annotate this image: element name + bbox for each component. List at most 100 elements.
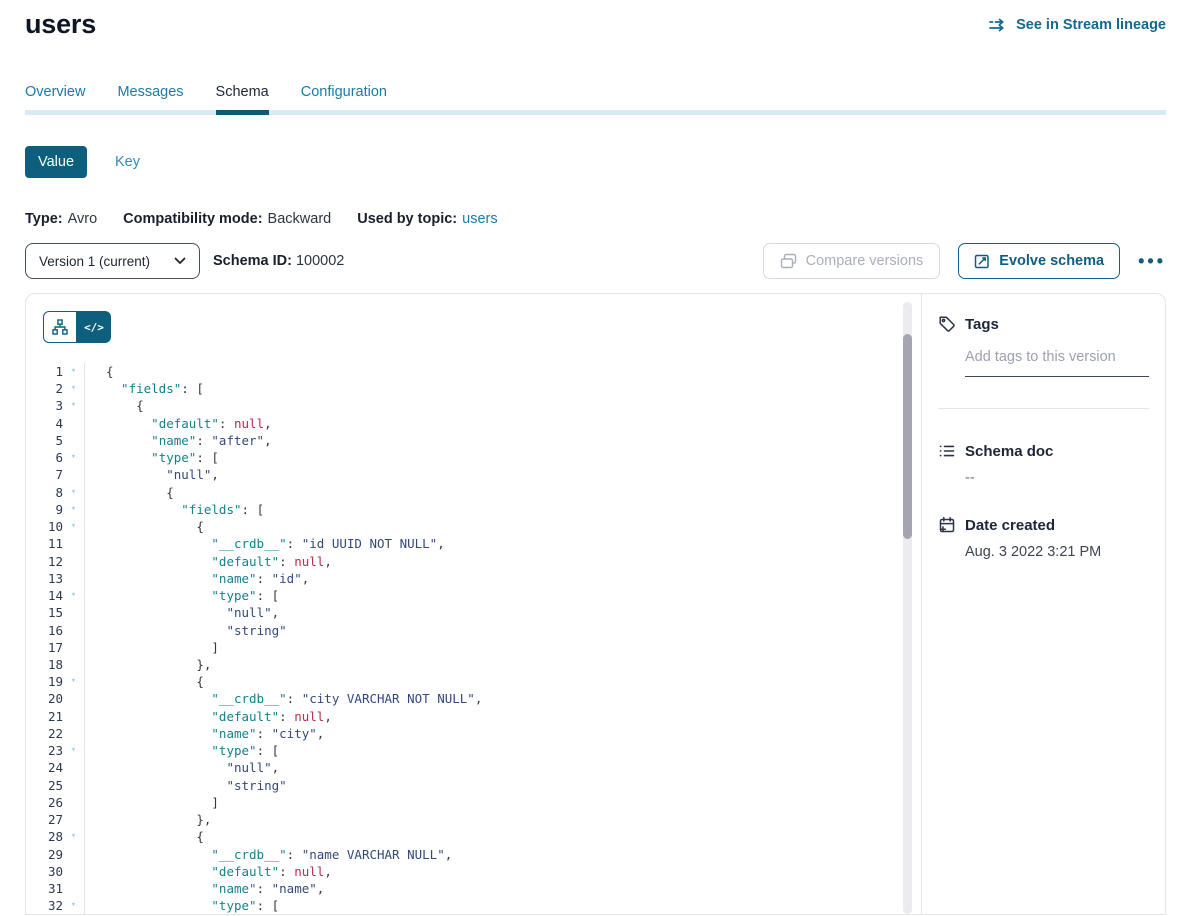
fold-arrow-icon[interactable]: ▾ — [63, 828, 84, 845]
code-line: 21"default": null, — [26, 708, 921, 725]
code-text: { — [85, 484, 921, 501]
line-number: 12 — [26, 553, 63, 570]
toolbar-actions: Compare versions Evolve schema ••• — [763, 243, 1166, 279]
code-line: 26] — [26, 794, 921, 811]
code-line: 25"string" — [26, 777, 921, 794]
meta-compatibility: Compatibility mode:Backward — [123, 211, 331, 227]
version-select-value: Version 1 (current) — [39, 254, 150, 269]
code-line: 6▾"type": [ — [26, 449, 921, 466]
fold-arrow-icon[interactable]: ▾ — [63, 449, 84, 466]
line-number: 7 — [26, 466, 63, 483]
code-line: 19▾{ — [26, 673, 921, 690]
code-gutter: 16 — [26, 622, 85, 639]
line-number: 14 — [26, 587, 63, 604]
line-number: 23 — [26, 742, 63, 759]
version-select[interactable]: Version 1 (current) — [25, 243, 200, 279]
line-number: 17 — [26, 639, 63, 656]
code-line: 3▾{ — [26, 397, 921, 414]
fold-arrow-placeholder — [63, 725, 84, 742]
stream-lineage-link[interactable]: See in Stream lineage — [989, 17, 1166, 33]
code-text: "type": [ — [85, 587, 921, 604]
tab-schema[interactable]: Schema — [216, 84, 269, 100]
key-toggle-button[interactable]: Key — [115, 154, 140, 170]
fold-arrow-placeholder — [63, 794, 84, 811]
code-text: "name": "after", — [85, 432, 921, 449]
tabs-underline-track — [25, 110, 1166, 115]
code-line: 16"string" — [26, 622, 921, 639]
tab-overview[interactable]: Overview — [25, 84, 85, 100]
schema-meta-row: Type:Avro Compatibility mode:Backward Us… — [25, 211, 1166, 227]
code-line: 32▾"type": [ — [26, 897, 921, 914]
meta-used-by-topic: Used by topic:users — [357, 211, 497, 227]
line-number: 8 — [26, 484, 63, 501]
fold-arrow-placeholder — [63, 811, 84, 828]
code-gutter: 19▾ — [26, 673, 85, 690]
code-text: "string" — [85, 622, 921, 639]
fold-arrow-placeholder — [63, 656, 84, 673]
code-view-button[interactable]: </> — [77, 311, 111, 343]
calendar-add-icon — [938, 516, 956, 534]
sidebar-divider — [938, 408, 1149, 409]
value-toggle-button[interactable]: Value — [25, 146, 87, 178]
fold-arrow-icon[interactable]: ▾ — [63, 363, 84, 380]
stream-lineage-icon — [989, 18, 1008, 32]
tab-configuration[interactable]: Configuration — [301, 84, 387, 100]
code-scrollbar-thumb[interactable] — [903, 334, 912, 539]
schema-detail-card: </> 1▾{2▾"fields": [3▾{4"default": null,… — [25, 293, 1166, 915]
fold-arrow-icon[interactable]: ▾ — [63, 380, 84, 397]
schema-id-label: Schema ID: — [213, 253, 292, 269]
fold-arrow-icon[interactable]: ▾ — [63, 673, 84, 690]
code-text: }, — [85, 656, 921, 673]
code-gutter: 20 — [26, 690, 85, 707]
fold-arrow-placeholder — [63, 846, 84, 863]
code-text: "fields": [ — [85, 380, 921, 397]
tab-messages[interactable]: Messages — [117, 84, 183, 100]
code-text: { — [85, 363, 921, 380]
code-gutter: 4 — [26, 415, 85, 432]
fold-arrow-icon[interactable]: ▾ — [63, 484, 84, 501]
more-options-icon[interactable]: ••• — [1138, 243, 1166, 279]
code-line: 10▾{ — [26, 518, 921, 535]
line-number: 6 — [26, 449, 63, 466]
code-gutter: 29 — [26, 846, 85, 863]
code-gutter: 5 — [26, 432, 85, 449]
line-number: 30 — [26, 863, 63, 880]
schema-id-value: 100002 — [296, 253, 344, 269]
meta-topic-link[interactable]: users — [462, 211, 497, 227]
schema-id: Schema ID:100002 — [213, 253, 344, 269]
code-line: 29"__crdb__": "name VARCHAR NULL", — [26, 846, 921, 863]
compare-versions-icon — [780, 253, 797, 269]
fold-arrow-icon[interactable]: ▾ — [63, 518, 84, 535]
evolve-schema-button[interactable]: Evolve schema — [958, 243, 1120, 279]
schema-doc-heading-row: Schema doc — [938, 442, 1149, 460]
date-created-heading-row: Date created — [938, 516, 1149, 534]
tag-icon — [938, 315, 956, 333]
code-gutter: 15 — [26, 604, 85, 621]
code-text: "fields": [ — [85, 501, 921, 518]
code-text: { — [85, 518, 921, 535]
page-header: users See in Stream lineage — [25, 0, 1166, 40]
fold-arrow-icon[interactable]: ▾ — [63, 587, 84, 604]
fold-arrow-icon[interactable]: ▾ — [63, 397, 84, 414]
code-text: ] — [85, 639, 921, 656]
code-scrollbar-track[interactable] — [903, 302, 912, 914]
line-number: 19 — [26, 673, 63, 690]
fold-arrow-placeholder — [63, 759, 84, 776]
code-line: 7"null", — [26, 466, 921, 483]
tree-view-button[interactable] — [43, 311, 77, 343]
line-number: 29 — [26, 846, 63, 863]
code-gutter: 14▾ — [26, 587, 85, 604]
list-icon — [938, 442, 956, 460]
fold-arrow-icon[interactable]: ▾ — [63, 501, 84, 518]
fold-arrow-icon[interactable]: ▾ — [63, 742, 84, 759]
stream-lineage-label: See in Stream lineage — [1016, 17, 1166, 33]
fold-arrow-icon[interactable]: ▾ — [63, 897, 84, 914]
code-gutter: 1▾ — [26, 363, 85, 380]
add-tags-input[interactable]: Add tags to this version — [965, 348, 1149, 377]
schema-page: users See in Stream lineage Overview Mes… — [0, 0, 1189, 915]
compare-versions-button[interactable]: Compare versions — [763, 243, 941, 279]
code-gutter: 26 — [26, 794, 85, 811]
line-number: 28 — [26, 828, 63, 845]
code-text: }, — [85, 811, 921, 828]
code-gutter: 17 — [26, 639, 85, 656]
